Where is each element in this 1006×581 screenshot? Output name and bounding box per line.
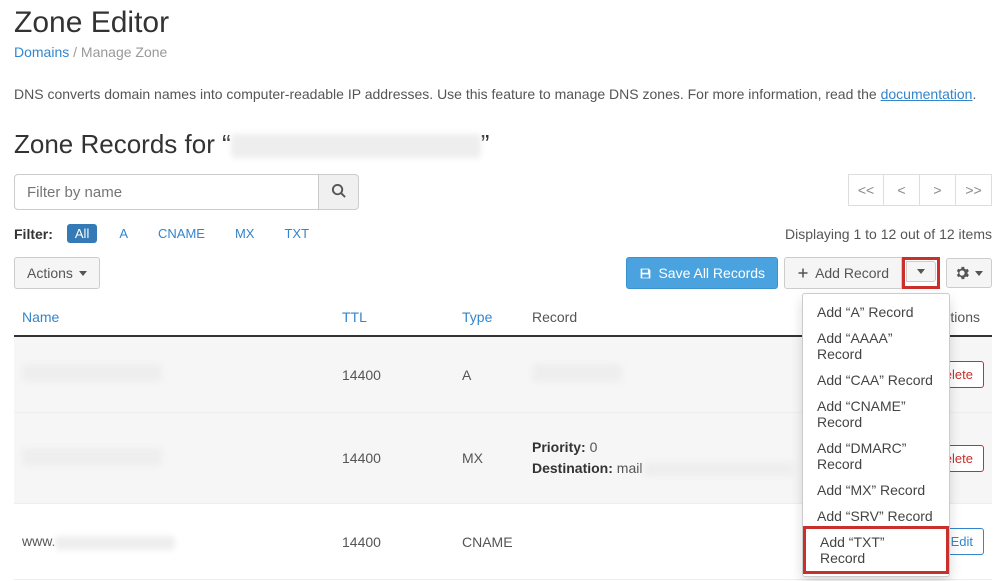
filter-tab-mx[interactable]: MX — [227, 224, 263, 243]
pager-prev[interactable]: < — [884, 174, 920, 206]
record-type: MX — [454, 413, 524, 504]
record-name-redacted — [22, 364, 162, 382]
menu-item-add-txt[interactable]: Add “TXT” Record — [803, 526, 949, 574]
save-icon — [639, 267, 652, 280]
filter-tab-txt[interactable]: TXT — [276, 224, 317, 243]
record-ttl: 14400 — [334, 413, 454, 504]
pager-first[interactable]: << — [848, 174, 884, 206]
record-name-redacted — [55, 536, 175, 550]
add-record-type-menu: Add “A” Record Add “AAAA” Record Add “CA… — [802, 293, 950, 577]
breadcrumb-separator: / — [73, 44, 77, 60]
gear-icon — [955, 266, 969, 280]
page-title: Zone Editor — [14, 6, 992, 40]
search-button[interactable] — [319, 174, 359, 210]
search-group — [14, 174, 359, 210]
caret-down-icon — [975, 271, 983, 276]
menu-item-add-caa[interactable]: Add “CAA” Record — [803, 367, 949, 393]
search-icon — [331, 183, 346, 198]
breadcrumb-current: Manage Zone — [81, 44, 167, 60]
save-all-records-button[interactable]: Save All Records — [626, 257, 778, 289]
record-type: A — [454, 336, 524, 413]
col-header-type[interactable]: Type — [454, 299, 524, 336]
actions-dropdown-button[interactable]: Actions — [14, 257, 100, 289]
add-record-dropdown-toggle[interactable] — [906, 261, 936, 282]
col-header-record: Record — [524, 299, 842, 336]
col-header-name[interactable]: Name — [14, 299, 334, 336]
page-description: DNS converts domain names into computer-… — [14, 84, 992, 105]
menu-item-add-aaaa[interactable]: Add “AAAA” Record — [803, 325, 949, 367]
pagination: << < > >> — [848, 174, 992, 206]
menu-item-add-mx[interactable]: Add “MX” Record — [803, 477, 949, 503]
pager-last[interactable]: >> — [956, 174, 992, 206]
filter-tab-a[interactable]: A — [111, 224, 136, 243]
record-ttl: 14400 — [334, 504, 454, 580]
menu-item-add-dmarc[interactable]: Add “DMARC” Record — [803, 435, 949, 477]
record-name-prefix: www. — [22, 533, 55, 549]
pager-next[interactable]: > — [920, 174, 956, 206]
record-value: Priority: 0 Destination: mail — [532, 437, 834, 479]
record-ttl: 14400 — [334, 336, 454, 413]
domain-name-redacted — [231, 134, 481, 158]
zone-records-heading: Zone Records for “” — [14, 129, 992, 160]
caret-down-icon — [79, 271, 87, 276]
record-type: CNAME — [454, 504, 524, 580]
menu-item-add-cname[interactable]: Add “CNAME” Record — [803, 393, 949, 435]
filter-label: Filter: — [14, 226, 53, 242]
settings-dropdown-button[interactable] — [946, 258, 992, 288]
record-name-redacted — [22, 448, 162, 466]
record-value-redacted — [532, 364, 622, 382]
documentation-link[interactable]: documentation — [881, 86, 973, 102]
filter-tabs: Filter: All A CNAME MX TXT — [14, 224, 317, 243]
filter-tab-cname[interactable]: CNAME — [150, 224, 213, 243]
plus-icon — [797, 267, 809, 279]
breadcrumb: Domains / Manage Zone — [14, 44, 992, 60]
add-record-button[interactable]: Add Record — [784, 257, 902, 289]
menu-item-add-a[interactable]: Add “A” Record — [803, 299, 949, 325]
caret-down-icon — [917, 269, 925, 274]
displaying-count: Displaying 1 to 12 out of 12 items — [785, 226, 992, 242]
breadcrumb-domains-link[interactable]: Domains — [14, 44, 69, 60]
filter-tab-all[interactable]: All — [67, 224, 97, 243]
filter-name-input[interactable] — [14, 174, 319, 210]
col-header-ttl[interactable]: TTL — [334, 299, 454, 336]
